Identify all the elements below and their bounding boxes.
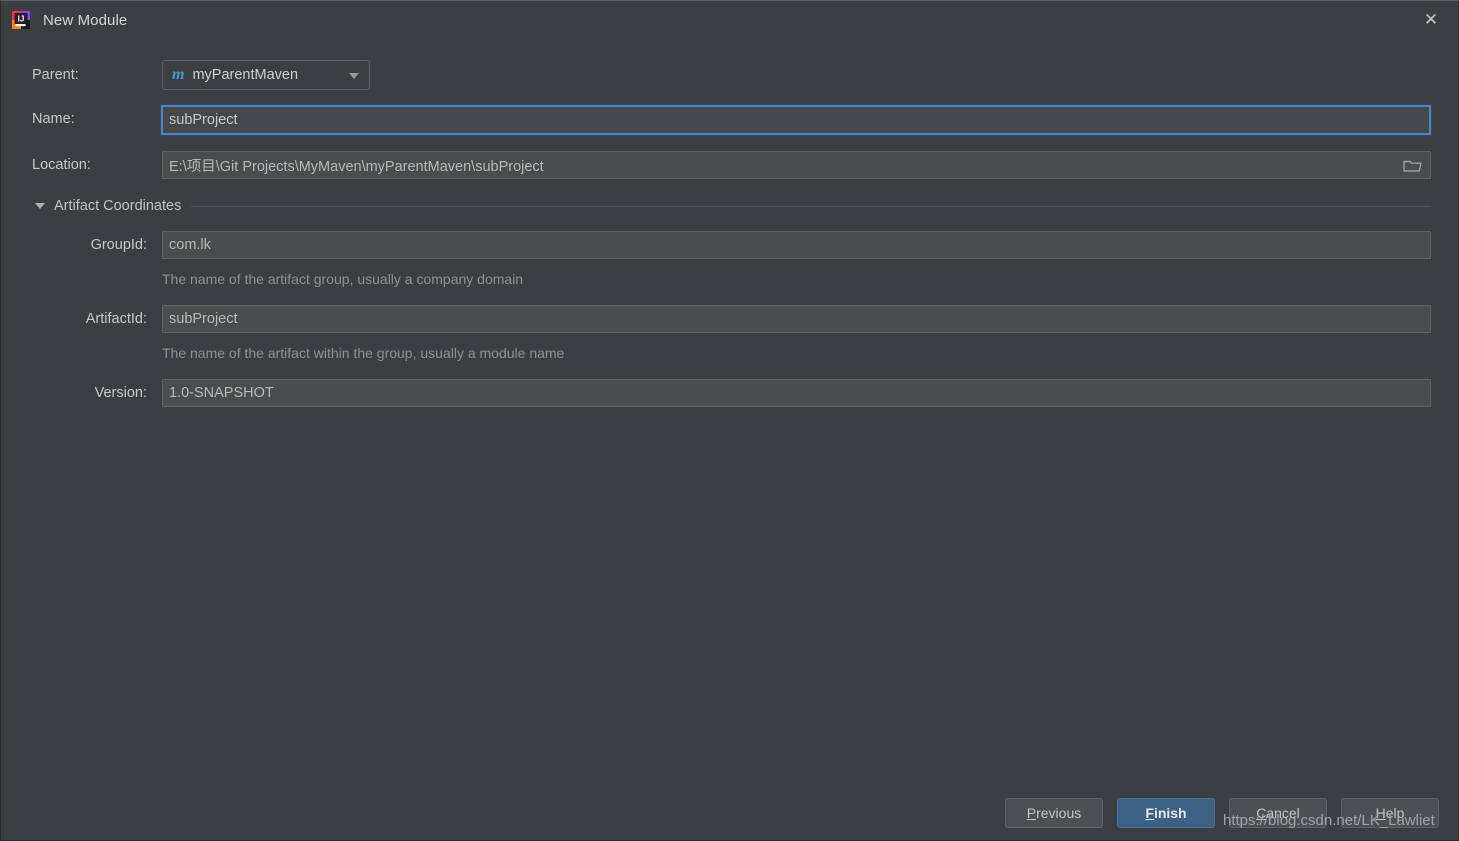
previous-mnemonic: P	[1026, 805, 1037, 821]
finish-mnemonic: F	[1145, 805, 1154, 821]
artifactid-hint: The name of the artifact within the grou…	[162, 345, 565, 361]
artifactid-input[interactable]: subProject	[162, 305, 1431, 333]
chevron-down-icon[interactable]	[349, 73, 359, 79]
groupid-label: GroupId:	[90, 237, 147, 253]
help-mnemonic: H	[1375, 805, 1386, 821]
svg-text:IJ: IJ	[18, 15, 25, 24]
help-button[interactable]: Help	[1341, 798, 1439, 828]
parent-label: Parent:	[32, 67, 79, 83]
name-label: Name:	[32, 111, 75, 127]
location-label: Location:	[32, 157, 91, 173]
cancel-label-rest: ancel	[1266, 805, 1300, 821]
name-input[interactable]: subProject	[160, 104, 1432, 136]
artifactid-label: ArtifactId:	[85, 311, 147, 327]
triangle-down-icon[interactable]	[35, 203, 45, 209]
dialog-titlebar: IJ New Module ✕	[1, 1, 1458, 39]
cancel-button[interactable]: Cancel	[1229, 798, 1327, 828]
cancel-mnemonic: C	[1256, 805, 1267, 821]
artifact-coordinates-title: Artifact Coordinates	[54, 198, 182, 214]
location-input[interactable]: E:\项目\Git Projects\MyMaven\myParentMaven…	[162, 151, 1431, 179]
folder-icon[interactable]	[1396, 153, 1428, 177]
previous-label-rest: revious	[1036, 805, 1082, 821]
intellij-idea-icon: IJ	[10, 9, 32, 31]
groupid-input[interactable]: com.lk	[162, 231, 1431, 259]
previous-button[interactable]: Previous	[1005, 798, 1103, 828]
dialog-title: New Module	[43, 11, 128, 29]
close-icon[interactable]: ✕	[1410, 3, 1452, 35]
maven-m-icon: m	[172, 66, 185, 83]
parent-dropdown[interactable]: m myParentMaven	[162, 60, 370, 90]
version-input[interactable]: 1.0-SNAPSHOT	[162, 379, 1431, 407]
artifact-coordinates-section-header: Artifact Coordinates	[35, 197, 1431, 215]
finish-label-rest: inish	[1153, 805, 1187, 821]
parent-label-row: Parent:	[32, 67, 79, 83]
parent-selected-value: myParentMaven	[192, 67, 299, 83]
groupid-hint: The name of the artifact group, usually …	[162, 271, 524, 287]
version-label: Version:	[94, 385, 147, 401]
finish-button[interactable]: Finish	[1117, 798, 1215, 828]
new-module-dialog: IJ New Module ✕ Parent: m myParentMaven …	[0, 0, 1459, 841]
section-divider	[191, 205, 1431, 207]
help-label-rest: elp	[1385, 805, 1405, 821]
